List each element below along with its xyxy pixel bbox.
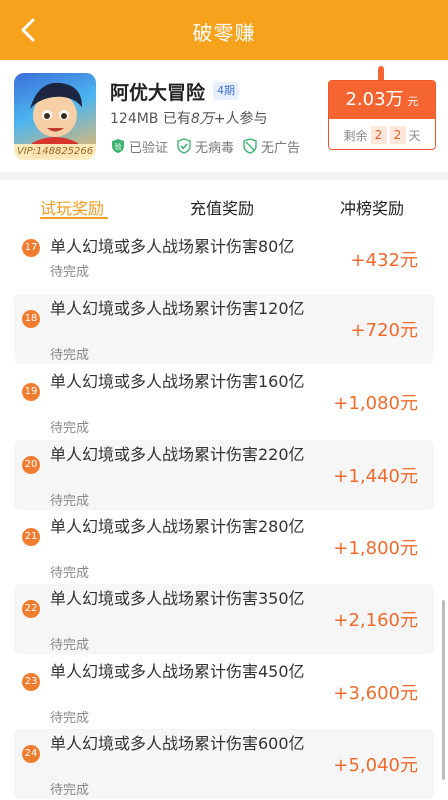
task-item[interactable]: 17 单人幻境或多人战场累计伤害80亿 待完成 +432元 <box>14 232 434 298</box>
task-reward: +2,160元 <box>333 610 418 631</box>
task-title: 单人幻境或多人战场累计伤害600亿 <box>50 734 305 753</box>
task-item[interactable]: 23 单人幻境或多人战场累计伤害450亿 待完成 +3,600元 <box>14 657 434 727</box>
reward-unit: 元 <box>407 95 419 108</box>
task-reward: +1,440元 <box>333 466 418 487</box>
task-status: 待完成 <box>50 711 90 726</box>
participants-count: 8万+ <box>190 111 226 127</box>
no-virus-label: 无病毒 <box>195 140 235 156</box>
task-title: 单人幻境或多人战场累计伤害220亿 <box>50 445 305 464</box>
days-unit: 天 <box>408 128 421 143</box>
participants-prefix: 已有 <box>162 111 191 127</box>
task-number-badge: 19 <box>22 383 40 401</box>
task-number-badge: 24 <box>22 745 40 763</box>
scrollbar[interactable] <box>442 600 445 780</box>
task-reward: +1,800元 <box>333 538 418 559</box>
task-number-badge: 17 <box>22 239 40 257</box>
task-status: 待完成 <box>50 348 90 363</box>
issue-badge: 4期 <box>213 82 239 100</box>
total-reward-box: 2.03万元 剩余 2 2 天 <box>328 80 436 150</box>
task-number-badge: 18 <box>22 310 40 328</box>
task-item[interactable]: 20 单人幻境或多人战场累计伤害220亿 待完成 +1,440元 <box>14 440 434 510</box>
task-status: 待完成 <box>50 265 90 280</box>
remaining-label: 剩余 <box>343 128 368 143</box>
task-reward: +5,040元 <box>333 755 418 776</box>
days-digit: 2 <box>370 126 387 144</box>
task-reward: +720元 <box>350 320 418 341</box>
verified-label: 已验证 <box>129 140 169 156</box>
svg-text:验: 验 <box>115 142 122 151</box>
section-divider <box>0 172 448 180</box>
app-name: 阿优大冒险 <box>110 82 206 104</box>
task-number-badge: 22 <box>22 600 40 618</box>
no-virus-check: 无病毒 <box>176 136 234 156</box>
app-size: 124MB <box>110 111 159 127</box>
task-number-badge: 20 <box>22 456 40 474</box>
task-number-badge: 21 <box>22 528 40 546</box>
shield-slash-icon <box>243 138 257 154</box>
task-reward: +432元 <box>350 250 418 271</box>
days-digit: 2 <box>389 126 406 144</box>
task-status: 待完成 <box>50 638 90 653</box>
task-item[interactable]: 24 单人幻境或多人战场累计伤害600亿 待完成 +5,040元 <box>14 729 434 799</box>
task-status: 待完成 <box>50 421 90 436</box>
verified-check: 验 已验证 <box>110 136 168 156</box>
tab-trial-reward[interactable]: 试玩奖励 <box>40 195 104 219</box>
reward-amount: 2.03万 <box>345 89 404 110</box>
reward-amount-row: 2.03万元 <box>329 81 435 119</box>
task-item[interactable]: 22 单人幻境或多人战场累计伤害350亿 待完成 +2,160元 <box>14 584 434 654</box>
app-meta: 124MB 已有8万+人参与 <box>110 108 268 128</box>
shield-check-icon <box>177 138 191 154</box>
task-status: 待完成 <box>50 783 90 798</box>
tab-recharge-reward[interactable]: 充值奖励 <box>190 195 254 219</box>
no-ads-label: 无广告 <box>261 140 301 156</box>
participants-suffix: 人参与 <box>225 111 268 127</box>
tab-ranking-reward[interactable]: 冲榜奖励 <box>340 195 404 219</box>
page-title: 破零赚 <box>192 21 256 45</box>
reward-tabs: 试玩奖励 充值奖励 冲榜奖励 <box>0 190 448 230</box>
task-title: 单人幻境或多人战场累计伤害160亿 <box>50 372 305 391</box>
task-item[interactable]: 18 单人幻境或多人战场累计伤害120亿 待完成 +720元 <box>14 294 434 364</box>
task-title: 单人幻境或多人战场累计伤害450亿 <box>50 662 305 681</box>
task-status: 待完成 <box>50 494 90 509</box>
task-status: 待完成 <box>50 566 90 581</box>
task-list[interactable]: 17 单人幻境或多人战场累计伤害80亿 待完成 +432元 18 单人幻境或多人… <box>14 232 434 800</box>
task-title: 单人幻境或多人战场累计伤害120亿 <box>50 299 305 318</box>
task-title: 单人幻境或多人战场累计伤害280亿 <box>50 517 305 536</box>
task-item[interactable]: 21 单人幻境或多人战场累计伤害280亿 待完成 +1,800元 <box>14 512 434 582</box>
vip-id-label: VIP:148825266 <box>14 144 96 160</box>
verified-shield-icon: 验 <box>112 139 124 153</box>
safety-checks: 验 已验证 无病毒 无广告 <box>110 136 300 156</box>
task-item[interactable]: 19 单人幻境或多人战场累计伤害160亿 待完成 +1,080元 <box>14 367 434 437</box>
active-tab-indicator <box>40 217 108 219</box>
task-reward: +3,600元 <box>333 683 418 704</box>
task-title: 单人幻境或多人战场累计伤害80亿 <box>50 237 295 256</box>
task-reward: +1,080元 <box>333 393 418 414</box>
remaining-days-row: 剩余 2 2 天 <box>329 119 435 149</box>
task-title: 单人幻境或多人战场累计伤害350亿 <box>50 589 305 608</box>
task-number-badge: 23 <box>22 673 40 691</box>
top-bar: 破零赚 <box>0 0 448 60</box>
no-ads-check: 无广告 <box>242 136 300 156</box>
